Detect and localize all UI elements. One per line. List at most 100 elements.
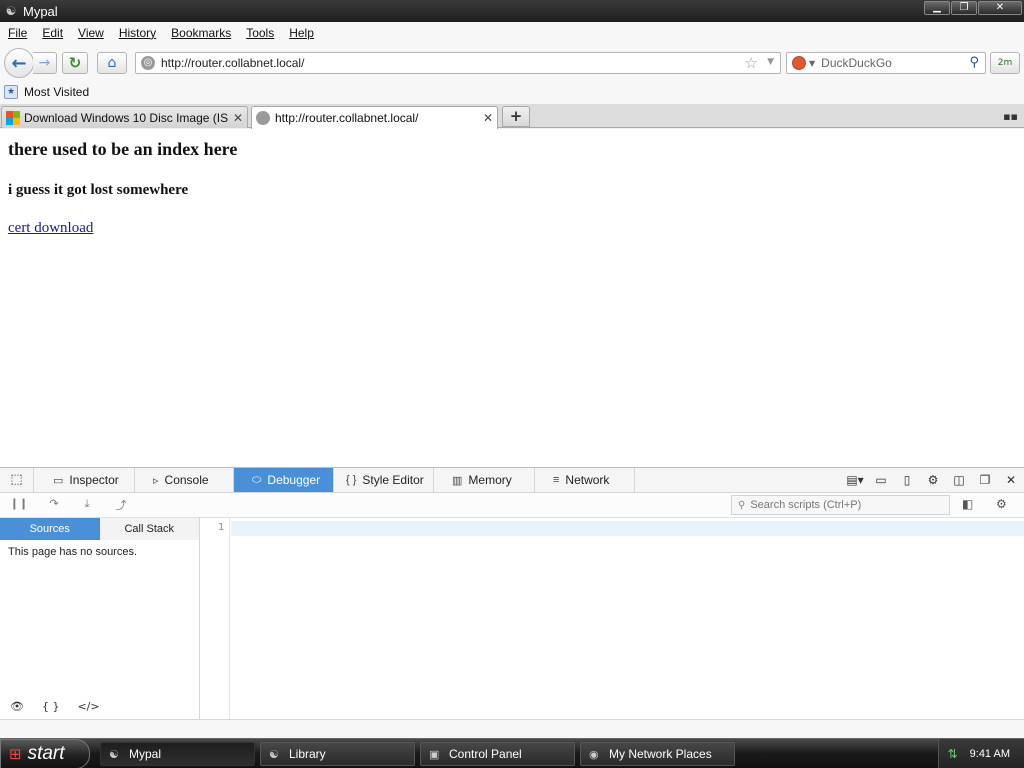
tab-list-icon[interactable]: ▪▪ [1003, 110, 1018, 123]
page-heading: there used to be an index here [8, 139, 238, 159]
windows-logo-icon [6, 110, 20, 125]
menu-view[interactable]: View [74, 26, 108, 40]
taskbar-item-label: Control Panel [449, 747, 522, 761]
taskbar: ⊞ start ☯ Mypal ☯ Library ▣ Control Pane… [0, 738, 1024, 768]
step-out-icon[interactable]: ⤴ [110, 497, 132, 513]
toggle-panes-icon[interactable]: ◧ [962, 497, 973, 511]
search-engine-dropdown-icon[interactable]: ▼ [809, 59, 815, 68]
console-icon: ▹ [153, 474, 159, 487]
undock-window-icon[interactable]: ❐ [972, 473, 998, 487]
menu-file[interactable]: File [4, 26, 31, 40]
dock-side-icon[interactable]: ◫ [946, 473, 972, 487]
settings-gear-icon[interactable]: ⚙ [920, 473, 946, 487]
most-visited-folder-icon: ★ [4, 85, 18, 99]
site-identity-globe-icon[interactable]: ◎ [141, 56, 155, 70]
tab-debugger[interactable]: ⬭ Debugger [234, 468, 334, 492]
blackbox-eye-icon[interactable]: 👁 [10, 700, 24, 713]
maximize-button[interactable]: ❐ [951, 1, 977, 15]
sources-footer: 👁 { } </> [0, 693, 199, 719]
sources-tabs: Sources Call Stack [0, 518, 199, 540]
tab-console[interactable]: ▹ Console [135, 468, 234, 492]
tab-router[interactable]: http://router.collabnet.local/ ✕ [251, 106, 498, 129]
menu-help[interactable]: Help [285, 26, 318, 40]
debugger-toolbar: ❙❙ ↷ ⤓ ⤴ ⚲ Search scripts (Ctrl+P) ◧ ⚙ [0, 493, 1024, 518]
url-text[interactable]: http://router.collabnet.local/ [161, 56, 304, 70]
menu-history[interactable]: History [115, 26, 160, 40]
library-icon: ☯ [269, 748, 279, 761]
menu-bookmarks[interactable]: Bookmarks [167, 26, 235, 40]
menu-tools[interactable]: Tools [242, 26, 278, 40]
tab-close-icon[interactable]: ✕ [483, 111, 493, 125]
home-button[interactable]: ⌂ [97, 52, 127, 74]
devtools-toolbar-actions: ▤▾ ▭ ▯ ⚙ ◫ ❐ ✕ [842, 468, 1024, 492]
search-scripts-field[interactable]: ⚲ Search scripts (Ctrl+P) [731, 495, 950, 515]
step-over-icon[interactable]: ↷ [43, 497, 65, 513]
network-icon: ≡ [553, 474, 560, 486]
taskbar-item-library[interactable]: ☯ Library [260, 742, 415, 766]
tab-inspector[interactable]: ▭ Inspector [35, 468, 135, 492]
split-console-icon[interactable]: ▭ [868, 473, 894, 487]
start-button[interactable]: ⊞ start [0, 739, 90, 768]
source-editor[interactable]: 1 [200, 518, 1024, 719]
tab-style-editor[interactable]: { } Style Editor [334, 468, 434, 492]
addon-button[interactable]: 2m [990, 52, 1020, 74]
step-in-icon[interactable]: ⤓ [76, 497, 98, 513]
tab-network-label: Network [565, 473, 610, 487]
pretty-print-icon[interactable]: { } [42, 700, 60, 713]
debugger-settings-gear-icon[interactable]: ⚙ [996, 497, 1007, 511]
line-gutter: 1 [200, 518, 230, 719]
search-icon[interactable]: ⚲ [969, 55, 979, 70]
tab-sources[interactable]: Sources [0, 518, 100, 540]
page-subheading: i guess it got lost somewhere [8, 182, 189, 198]
url-history-dropdown-icon[interactable]: ▼ [767, 57, 774, 67]
search-icon: ⚲ [738, 499, 746, 511]
window-title: Mypal [23, 3, 58, 19]
bookmark-most-visited[interactable]: Most Visited [24, 85, 89, 99]
tab-label: Download Windows 10 Disc Image (IS... [24, 110, 229, 125]
network-status-icon[interactable]: ⇅ [948, 747, 958, 761]
mypal-icon: ☯ [109, 748, 119, 761]
menu-bar: File Edit View History Bookmarks Tools H… [0, 22, 1024, 44]
element-picker-icon[interactable]: ⬚ [0, 468, 34, 492]
navigation-toolbar: ← → ↻ ⌂ ◎ http://router.collabnet.local/… [0, 44, 1024, 80]
close-devtools-icon[interactable]: ✕ [998, 473, 1024, 487]
mypal-app-icon: ☯ [5, 4, 17, 18]
taskbar-item-my-network-places[interactable]: ◉ My Network Places [580, 742, 735, 766]
toggle-source-icon[interactable]: </> [77, 700, 99, 713]
tab-console-label: Console [164, 473, 209, 487]
tab-windows-download[interactable]: Download Windows 10 Disc Image (IS... ✕ [1, 106, 248, 128]
reload-button[interactable]: ↻ [62, 52, 88, 74]
system-tray: ⇅ 9:41 AM [938, 739, 1024, 768]
tab-debugger-label: Debugger [267, 473, 321, 487]
responsive-design-icon[interactable]: ▯ [894, 473, 920, 487]
menu-edit[interactable]: Edit [38, 26, 67, 40]
forward-button[interactable]: → [33, 52, 57, 74]
minimize-button[interactable]: ▁ [924, 1, 950, 15]
search-bar[interactable]: ▼ DuckDuckGo ⚲ [786, 52, 986, 74]
cert-download-link[interactable]: cert download [8, 220, 93, 237]
devtools-panel: ⬚ ▭ Inspector ▹ Console ⬭ Debugger { } S… [0, 467, 1024, 739]
bookmark-star-icon[interactable]: ☆ [745, 54, 758, 72]
devtools-toolbar: ⬚ ▭ Inspector ▹ Console ⬭ Debugger { } S… [0, 468, 1024, 493]
new-tab-button[interactable]: + [502, 106, 530, 127]
pause-icon[interactable]: ❙❙ [8, 497, 30, 513]
back-button[interactable]: ← [4, 48, 34, 78]
layout-options-icon[interactable]: ▤▾ [842, 473, 868, 487]
tab-call-stack[interactable]: Call Stack [99, 518, 199, 540]
close-window-button[interactable]: ✕ [978, 1, 1022, 15]
url-bar[interactable]: ◎ http://router.collabnet.local/ ☆ ▼ [135, 52, 781, 74]
taskbar-item-control-panel[interactable]: ▣ Control Panel [420, 742, 575, 766]
globe-icon [256, 111, 270, 125]
taskbar-item-mypal[interactable]: ☯ Mypal [100, 742, 255, 766]
duckduckgo-engine-icon[interactable] [792, 56, 806, 70]
memory-icon: ▥ [452, 474, 463, 487]
search-input[interactable]: DuckDuckGo [821, 56, 892, 70]
tab-memory[interactable]: ▥ Memory [434, 468, 535, 492]
tab-network[interactable]: ≡ Network [535, 468, 635, 492]
tab-close-icon[interactable]: ✕ [233, 111, 243, 125]
clock: 9:41 AM [969, 748, 1010, 760]
current-line-highlight [231, 521, 1024, 536]
tab-bar: Download Windows 10 Disc Image (IS... ✕ … [0, 104, 1024, 129]
no-sources-message: This page has no sources. [8, 546, 138, 558]
tab-label: http://router.collabnet.local/ [275, 111, 419, 125]
